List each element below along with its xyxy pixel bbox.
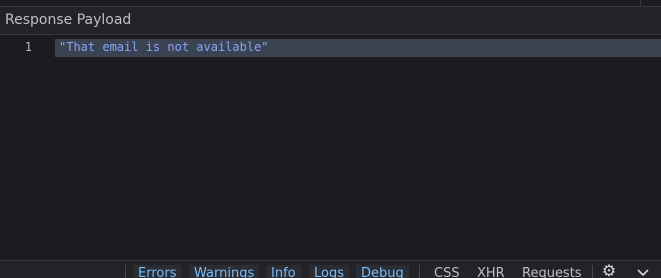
filter-debug-button[interactable]: Debug [356, 265, 409, 278]
chevron-down-icon[interactable] [633, 263, 653, 278]
response-payload-header[interactable]: Response Payload [0, 6, 661, 35]
filter-requests-button[interactable]: Requests [517, 265, 587, 278]
filter-info-button[interactable]: Info [266, 265, 301, 278]
line-number: 1 [24, 40, 32, 54]
filter-errors-button[interactable]: Errors [133, 265, 182, 278]
separator [125, 265, 126, 278]
filter-css-button[interactable]: CSS [429, 265, 465, 278]
separator [419, 265, 420, 278]
string-value[interactable]: "That email is not available" [59, 40, 269, 54]
filter-logs-button[interactable]: Logs [309, 265, 349, 278]
filter-warnings-button[interactable]: Warnings [189, 265, 260, 278]
gear-icon[interactable]: ⚙ [599, 263, 619, 278]
separator [592, 265, 593, 278]
response-panel: Response Payload 1 "That email is not av… [0, 0, 661, 278]
payload-editor[interactable]: 1 "That email is not available" [0, 35, 661, 260]
filter-xhr-button[interactable]: XHR [472, 265, 510, 278]
code-line: 1 "That email is not available" [0, 39, 661, 58]
console-filter-bar: Errors Warnings Info Logs Debug CSS XHR … [0, 260, 661, 278]
section-title: Response Payload [5, 12, 132, 28]
